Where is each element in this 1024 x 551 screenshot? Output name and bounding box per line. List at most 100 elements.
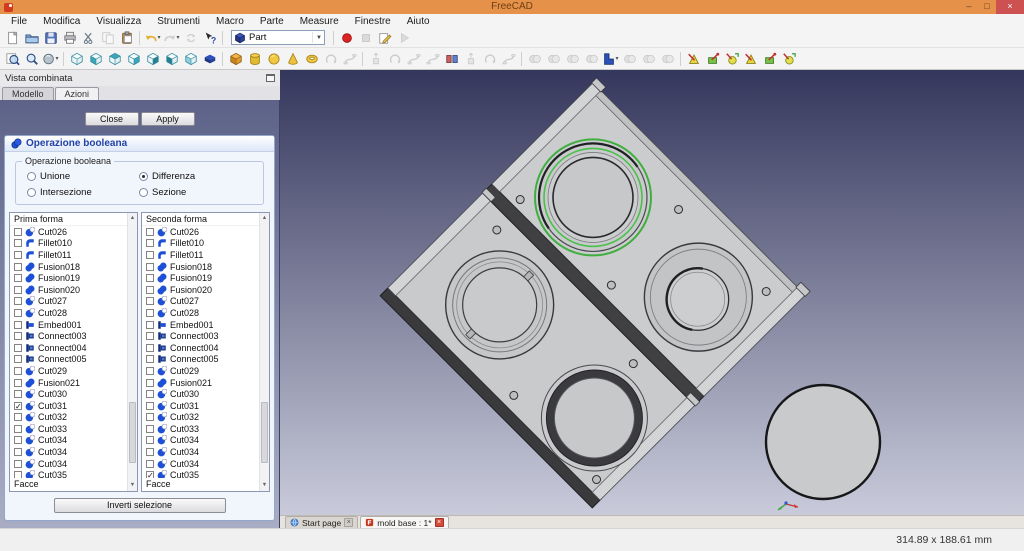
item-checkbox[interactable] xyxy=(14,250,22,259)
list-item[interactable]: Cut035 xyxy=(10,469,126,478)
list-item[interactable]: Fillet010 xyxy=(10,238,126,250)
item-checkbox[interactable] xyxy=(14,262,22,271)
list-scrollbar[interactable]: ▲ ▼ xyxy=(259,213,269,491)
list-item[interactable]: Cut033 xyxy=(10,423,126,435)
menu-file[interactable]: File xyxy=(3,15,35,28)
invert-selection-button[interactable]: Inverti selezione xyxy=(53,498,226,513)
3d-viewport[interactable] xyxy=(280,70,1024,515)
item-checkbox[interactable] xyxy=(146,262,154,271)
item-checkbox[interactable] xyxy=(14,459,22,468)
item-checkbox[interactable] xyxy=(146,308,154,317)
list-item[interactable]: Fusion021 xyxy=(142,377,258,389)
whats-this-button[interactable]: ? xyxy=(200,29,219,47)
menu-measure[interactable]: Measure xyxy=(292,15,347,28)
list-item[interactable]: Cut029 xyxy=(10,365,126,377)
list-item[interactable]: Cut031 xyxy=(142,400,258,412)
compound-tools-button[interactable]: ▾ xyxy=(601,50,620,68)
list-item[interactable]: Cut034 xyxy=(10,435,126,447)
menu-visualizza[interactable]: Visualizza xyxy=(88,15,149,28)
list-item[interactable]: Cut032 xyxy=(10,412,126,424)
list-item[interactable]: Fusion019 xyxy=(142,272,258,284)
tab-close-icon[interactable]: × xyxy=(344,518,354,527)
document-tab-active[interactable]: mold base : 1* × xyxy=(360,516,449,528)
convert-to-solid-button[interactable] xyxy=(760,50,779,68)
list-scrollbar[interactable]: ▲ ▼ xyxy=(127,213,137,491)
list-item[interactable]: Cut028 xyxy=(142,307,258,319)
item-checkbox[interactable] xyxy=(146,355,154,364)
view-axonometric-button[interactable] xyxy=(200,50,219,68)
dropdown-arrow-icon[interactable]: ▾ xyxy=(55,55,58,62)
scroll-thumb[interactable] xyxy=(261,402,268,464)
list-item[interactable]: Fusion019 xyxy=(10,272,126,284)
maximize-button[interactable]: □ xyxy=(978,0,996,14)
dropdown-arrow-icon[interactable]: ▾ xyxy=(615,55,618,62)
item-checkbox[interactable]: ✓ xyxy=(14,401,22,410)
radio-dot[interactable] xyxy=(139,188,148,197)
loose-cylinder[interactable] xyxy=(764,383,882,501)
cut-edit-button[interactable] xyxy=(79,29,98,47)
list-item[interactable]: Fusion020 xyxy=(10,284,126,296)
view-top-button[interactable] xyxy=(105,50,124,68)
check-geometry-button[interactable] xyxy=(684,50,703,68)
item-checkbox[interactable] xyxy=(146,227,154,236)
minimize-button[interactable]: – xyxy=(960,0,978,14)
draw-style-button[interactable]: ▾ xyxy=(41,50,60,68)
list-item[interactable]: Cut034 xyxy=(142,458,258,470)
item-checkbox[interactable] xyxy=(14,436,22,445)
3d-scene[interactable] xyxy=(280,70,1024,515)
item-checkbox[interactable] xyxy=(14,332,22,341)
refine-shape-button[interactable] xyxy=(741,50,760,68)
remove-hole-button[interactable] xyxy=(722,50,741,68)
item-checkbox[interactable]: ✓ xyxy=(146,471,154,478)
list-item[interactable]: Embed001 xyxy=(142,319,258,331)
close-button[interactable]: × xyxy=(996,0,1024,14)
item-checkbox[interactable] xyxy=(146,413,154,422)
list-item[interactable]: Cut027 xyxy=(142,296,258,308)
macro-edit-button[interactable] xyxy=(375,29,394,47)
item-checkbox[interactable] xyxy=(14,448,22,457)
list-footer-facce[interactable]: Facce xyxy=(10,478,137,491)
item-checkbox[interactable] xyxy=(146,285,154,294)
radio-unione[interactable]: Unione xyxy=(27,171,139,182)
item-checkbox[interactable] xyxy=(14,471,22,478)
item-checkbox[interactable] xyxy=(146,378,154,387)
view-rear-button[interactable] xyxy=(143,50,162,68)
scroll-down-icon[interactable]: ▼ xyxy=(128,481,137,491)
item-checkbox[interactable] xyxy=(14,308,22,317)
view-left-button[interactable] xyxy=(181,50,200,68)
scroll-down-icon[interactable]: ▼ xyxy=(260,481,269,491)
tab-modello[interactable]: Modello xyxy=(2,87,54,100)
view-front-button[interactable] xyxy=(86,50,105,68)
list-item[interactable]: Cut034 xyxy=(142,435,258,447)
dock-float-icon[interactable] xyxy=(266,74,275,82)
item-checkbox[interactable] xyxy=(146,448,154,457)
list-item[interactable]: Cut030 xyxy=(10,388,126,400)
radio-intersezione[interactable]: Intersezione xyxy=(27,187,139,198)
open-file-button[interactable] xyxy=(22,29,41,47)
list-item[interactable]: Connect003 xyxy=(142,330,258,342)
list-footer-facce[interactable]: Facce xyxy=(142,478,269,491)
item-checkbox[interactable] xyxy=(146,343,154,352)
item-checkbox[interactable] xyxy=(146,424,154,433)
item-checkbox[interactable] xyxy=(14,424,22,433)
menu-finestre[interactable]: Finestre xyxy=(347,15,399,28)
list-item[interactable]: Fillet011 xyxy=(10,249,126,261)
radio-dot[interactable] xyxy=(27,188,36,197)
undo-button[interactable]: ▾ xyxy=(143,29,162,47)
item-checkbox[interactable] xyxy=(14,297,22,306)
list-item[interactable]: Fusion021 xyxy=(10,377,126,389)
item-checkbox[interactable] xyxy=(146,332,154,341)
new-file-button[interactable] xyxy=(3,29,22,47)
paste-button[interactable] xyxy=(117,29,136,47)
item-checkbox[interactable] xyxy=(14,239,22,248)
workbench-selector[interactable]: Part ▼ xyxy=(231,30,325,45)
tab-close-icon[interactable]: × xyxy=(434,518,444,527)
item-checkbox[interactable] xyxy=(146,390,154,399)
list-item[interactable]: Cut028 xyxy=(10,307,126,319)
item-checkbox[interactable] xyxy=(146,274,154,283)
zoom-select-button[interactable] xyxy=(22,50,41,68)
list-item[interactable]: Cut029 xyxy=(142,365,258,377)
defeaturing-button[interactable] xyxy=(703,50,722,68)
view-isometric-button[interactable] xyxy=(67,50,86,68)
menu-parte[interactable]: Parte xyxy=(252,15,292,28)
